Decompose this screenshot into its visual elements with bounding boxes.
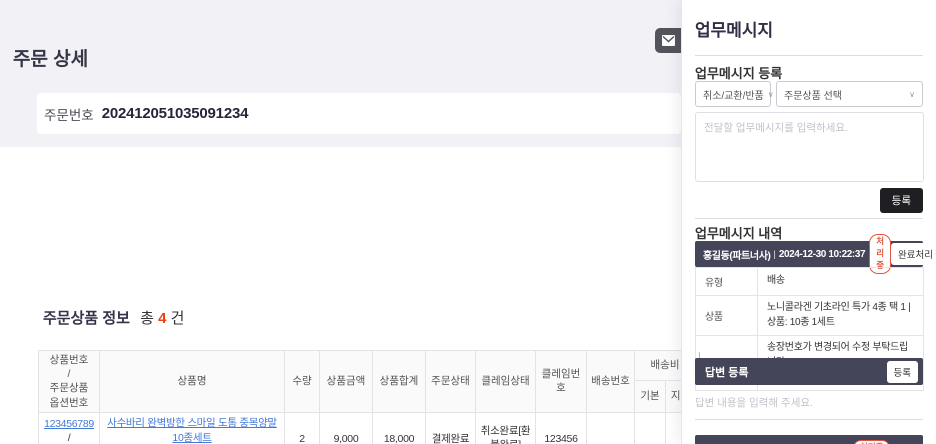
status-badge: 처리중 [853, 440, 891, 444]
col-header-price: 상품금액 [319, 350, 373, 413]
product-name-link[interactable]: 사수바리 완벽방한 스마일 도톰 중목양말 10종세트 [107, 417, 277, 444]
detail-row: 유형 배송 [695, 267, 924, 296]
order-status-cell: 결제완료 [425, 411, 476, 444]
register-controls: 취소/교환/반품 ∨ 주문상품 선택 ∨ [695, 81, 923, 107]
reply-placeholder: 답변 내용을 입력해 주세요. [695, 397, 813, 409]
divider [695, 419, 923, 420]
reply-title: 답변 등록 [705, 366, 749, 379]
col-header-qty: 수량 [284, 350, 320, 413]
order-number-box: 주문번호 202412051035091234 [37, 93, 681, 134]
product-number-link[interactable]: 123456789 [44, 418, 94, 430]
chevron-down-icon: ∨ [767, 89, 774, 99]
total-cell: 18,000 [372, 411, 426, 444]
work-message-panel: 업무메시지 업무메시지 등록 취소/교환/반품 ∨ 주문상품 선택 ∨ 등록 업… [681, 0, 936, 444]
chevron-down-icon: ∨ [909, 89, 915, 99]
divider [695, 55, 923, 56]
col-header-order-status: 주문상태 [425, 350, 476, 413]
fee-basic-cell [634, 411, 666, 444]
envelope-icon [661, 35, 675, 46]
col-header-fee-basic: 기본 [634, 379, 666, 413]
col-header-shipping-number: 배송번호 [586, 350, 635, 413]
product-number-cell: 123456789 / 456789123 [38, 411, 100, 444]
price-cell: 9,000 [319, 411, 373, 444]
claim-number-cell: 123456 [535, 411, 587, 444]
message-separator: | [773, 249, 776, 259]
section-title: 주문상품 정보 [43, 310, 130, 327]
qty-cell: 2 [284, 411, 320, 444]
panel-title: 업무메시지 [695, 21, 774, 40]
section-count-prefix: 총 [140, 310, 154, 327]
page-title: 주문 상세 [13, 49, 89, 70]
claim-type-select-value: 취소/교환/반품 [703, 90, 764, 102]
section-count: 4 [158, 310, 167, 327]
section-heading: 주문상품 정보 총 4 건 [43, 307, 184, 328]
detail-value: 배송 [757, 267, 924, 296]
claim-type-select[interactable]: 취소/교환/반품 ∨ [695, 81, 774, 107]
section-count-suffix: 건 [170, 310, 185, 327]
shipping-number-cell [586, 411, 635, 444]
claim-status-cell: 취소완료[환불완료] [475, 411, 536, 444]
detail-label: 유형 [695, 267, 758, 296]
col-header-claim-status: 클레임상태 [475, 350, 536, 413]
next-message-header: 처리중 [695, 435, 923, 444]
reply-header: 답변 등록 등록 [695, 358, 923, 385]
register-button[interactable]: 등록 [879, 188, 923, 213]
order-product-select[interactable]: 주문상품 선택 ∨ [776, 81, 923, 107]
detail-label: 상품 [695, 295, 758, 336]
order-number-label: 주문번호 [44, 107, 94, 123]
col-header-product-number: 상품번호 / 주문상품 옵션번호 [38, 350, 100, 413]
message-header: 홍길동(파트너사) | 2024-12-30 10:22:37 처리중 완료처리 [695, 234, 936, 274]
message-input[interactable] [695, 112, 924, 182]
divider [695, 218, 923, 219]
product-name-cell: 사수바리 완벽방한 스마일 도톰 중목양말 10종세트 상품: 10종 1세트 [99, 411, 285, 444]
order-products-table: 상품번호 / 주문상품 옵션번호 상품명 수량 상품금액 상품합계 주문상태 클… [38, 350, 697, 444]
col-header-total: 상품합계 [372, 350, 426, 413]
detail-row: 상품 노니콜라겐 기초라인 특가 4종 택 1 | 상품: 10종 1세트 [695, 295, 924, 336]
reply-register-button[interactable]: 등록 [886, 360, 918, 383]
messages-toggle-button[interactable] [655, 28, 681, 53]
message-datetime: 2024-12-30 10:22:37 [778, 248, 866, 260]
col-header-product-name: 상품명 [99, 350, 285, 413]
complete-button[interactable]: 완료처리 [891, 243, 936, 265]
message-author: 홍길동(파트너사) [703, 250, 771, 262]
table-row: 123456789 / 456789123 사수바리 완벽방한 스마일 도톰 중… [38, 411, 697, 444]
order-product-select-value: 주문상품 선택 [784, 90, 842, 102]
detail-value: 노니콜라겐 기초라인 특가 4종 택 1 | 상품: 10종 1세트 [757, 295, 924, 336]
register-heading: 업무메시지 등록 [695, 66, 783, 81]
col-header-claim-number: 클레임번호 [535, 350, 587, 413]
order-number-value: 202412051035091234 [101, 105, 249, 122]
